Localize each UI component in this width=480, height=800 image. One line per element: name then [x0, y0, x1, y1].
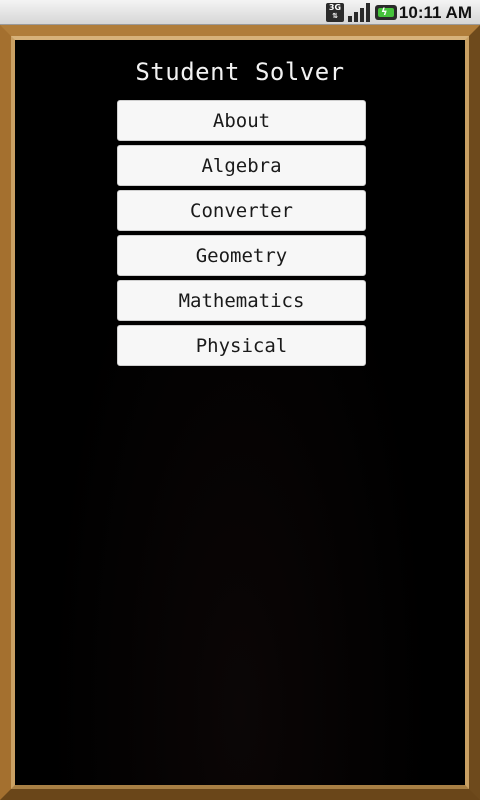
mathematics-button[interactable]: Mathematics — [117, 280, 366, 321]
about-button[interactable]: About — [117, 100, 366, 141]
status-bar: 3G ⇅ ϟ 10:11 AM — [0, 0, 480, 25]
geometry-button[interactable]: Geometry — [117, 235, 366, 276]
converter-button[interactable]: Converter — [117, 190, 366, 231]
chalkboard: Student Solver About Algebra Converter G… — [11, 36, 469, 789]
clock: 10:11 AM — [398, 3, 472, 22]
battery-charging-icon: ϟ — [375, 5, 397, 20]
signal-icon — [348, 3, 370, 22]
chalkboard-frame: Student Solver About Algebra Converter G… — [0, 25, 480, 800]
network-type-label: 3G — [328, 3, 342, 12]
physical-button[interactable]: Physical — [117, 325, 366, 366]
algebra-button[interactable]: Algebra — [117, 145, 366, 186]
main-menu: About Algebra Converter Geometry Mathema… — [117, 100, 366, 370]
3g-data-icon: 3G ⇅ — [326, 3, 344, 22]
app-title: Student Solver — [135, 58, 345, 86]
data-arrows-icon: ⇅ — [332, 12, 338, 20]
